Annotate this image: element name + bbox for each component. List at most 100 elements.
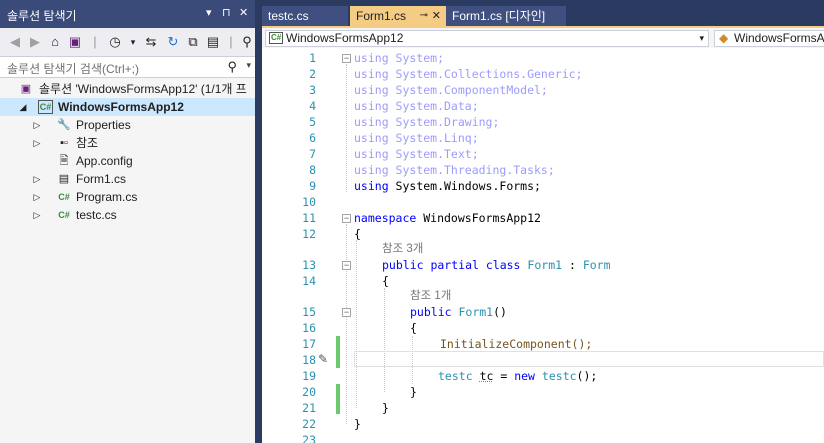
line-number: 13 [302, 258, 316, 272]
close-icon[interactable]: ✕ [239, 6, 248, 19]
solution-explorer-search[interactable]: 솔루션 탐색기 검색(Ctrl+;) ⚲ ▾ [0, 57, 255, 78]
code-line[interactable]: using System.Windows.Forms; [354, 178, 541, 194]
collapse-toggle-icon[interactable]: − [342, 214, 351, 223]
collapse-toggle-icon[interactable]: − [342, 261, 351, 270]
csharp-file-icon: C# [58, 192, 70, 202]
code-line[interactable]: } [382, 400, 389, 416]
pending-changes-filter-icon[interactable]: ◷ [106, 33, 124, 51]
collapsed-arrow-icon[interactable]: ▷ [32, 206, 42, 224]
csharp-project-icon: C# [38, 100, 53, 114]
code-line[interactable]: using System.Drawing; [354, 114, 499, 130]
codelens-references[interactable]: 참조 1개 [410, 288, 451, 304]
forward-icon[interactable]: ▶ [26, 33, 44, 51]
code-line[interactable]: InitializeComponent(); [440, 336, 592, 352]
collapsed-arrow-icon[interactable]: ▷ [32, 116, 42, 134]
tree-project-node[interactable]: ◢ C# WindowsFormsApp12 [0, 98, 255, 116]
project-dropdown[interactable]: C# WindowsFormsApp12 ▾ [265, 30, 709, 47]
chevron-down-icon[interactable]: ▾ [246, 60, 251, 71]
line-number: 16 [302, 321, 316, 335]
line-number: 20 [302, 385, 316, 399]
tree-item-app-config[interactable]: 🗎 App.config [0, 152, 255, 170]
code-line[interactable]: } [410, 384, 417, 400]
refresh-icon[interactable]: ↻ [164, 33, 182, 51]
line-number: 17 [302, 337, 316, 351]
code-line[interactable]: using System.Threading.Tasks; [354, 162, 555, 178]
collapsed-arrow-icon[interactable]: ▷ [32, 134, 42, 152]
collapse-toggle-icon[interactable]: − [342, 308, 351, 317]
code-line[interactable]: public partial class Form1 : Form [382, 257, 611, 273]
tab-label: Form1.cs [356, 9, 407, 23]
change-marker [336, 384, 340, 400]
collapse-toggle-icon[interactable]: − [342, 54, 351, 63]
solution-explorer-title-bar: 솔루션 탐색기 ▾ ⊓ ✕ [0, 0, 255, 28]
home-icon[interactable]: ⌂ [46, 33, 64, 51]
line-number: 9 [309, 179, 316, 193]
type-name: Form1 [527, 258, 563, 272]
code-line[interactable]: { [382, 273, 389, 289]
form-icon: ▤ [58, 173, 70, 185]
indent-guide [356, 240, 357, 408]
toolbar-separator: | [93, 34, 97, 49]
line-number: 1 [309, 51, 316, 65]
tab-testc[interactable]: testc.cs [262, 6, 348, 26]
code-line[interactable]: public Form1() [410, 304, 507, 320]
solution-icon: ▣ [20, 83, 32, 95]
code-line[interactable]: using System; [354, 50, 444, 66]
line-number: 19 [302, 369, 316, 383]
code-line[interactable]: using System.ComponentModel; [354, 82, 548, 98]
properties-icon[interactable]: ⚲ [238, 33, 256, 51]
pin-icon[interactable]: ⊓ [222, 6, 231, 19]
keyword: new [514, 369, 535, 383]
code-line[interactable]: using System.Data; [354, 98, 479, 114]
code-line[interactable]: } [354, 416, 361, 432]
collapsed-arrow-icon[interactable]: ▷ [32, 188, 42, 206]
code-area[interactable]: 1 2 3 4 5 6 7 8 9 10 11 12 13 14 15 16 1… [262, 48, 824, 443]
code-line[interactable]: testc tc = new testc(); [438, 368, 597, 384]
codelens-references[interactable]: 참조 3개 [382, 241, 423, 257]
references-icon: ▪▫ [60, 137, 68, 149]
tree-item-references[interactable]: ▷ ▪▫ 참조 [0, 134, 255, 152]
line-number: 2 [309, 67, 316, 81]
tab-form1-designer[interactable]: Form1.cs [디자인] [446, 6, 566, 26]
punctuation: = [493, 369, 515, 383]
collapse-all-icon[interactable]: ⧉ [184, 33, 202, 51]
type-name: testc [541, 369, 577, 383]
line-number: 21 [302, 401, 316, 415]
tree-solution-node[interactable]: ▣ 솔루션 'WindowsFormsApp12' (1/1개 프 [0, 80, 255, 98]
tab-label: Form1.cs [디자인] [452, 9, 546, 23]
code-line[interactable]: using System.Collections.Generic; [354, 66, 582, 82]
close-icon[interactable]: ✕ [432, 6, 441, 26]
tree-item-label: 참조 [76, 136, 99, 150]
chevron-down-icon[interactable]: ▾ [124, 33, 142, 51]
quick-action-brush-icon[interactable]: ✎ [318, 352, 328, 366]
pin-icon[interactable]: ⊸ [420, 6, 428, 26]
window-position-dropdown-icon[interactable]: ▾ [206, 6, 212, 19]
tree-item-label: App.config [76, 154, 133, 168]
code-line[interactable]: namespace WindowsFormsApp12 [354, 210, 541, 226]
tree-item-properties[interactable]: ▷ 🔧 Properties [0, 116, 255, 134]
code-line[interactable]: { [354, 226, 361, 242]
expanded-arrow-icon[interactable]: ◢ [18, 98, 28, 116]
type-dropdown[interactable]: ◆ WindowsFormsA [714, 30, 824, 47]
code-line[interactable]: { [410, 320, 417, 336]
tab-form1[interactable]: Form1.cs ⊸ ✕ [350, 6, 446, 26]
tree-item-program[interactable]: ▷ C# Program.cs [0, 188, 255, 206]
show-all-files-icon[interactable]: ▤ [204, 33, 222, 51]
line-number: 22 [302, 417, 316, 431]
indent-guide [384, 288, 385, 392]
panel-title: 솔루션 탐색기 [7, 9, 77, 23]
code-line[interactable]: using System.Linq; [354, 130, 479, 146]
tree-item-testc[interactable]: ▷ C# testc.cs [0, 206, 255, 224]
line-number: 7 [309, 147, 316, 161]
line-number: 12 [302, 227, 316, 241]
code-line[interactable]: using System.Text; [354, 146, 479, 162]
namespace-name: System.Windows.Forms; [388, 179, 541, 193]
search-input[interactable]: 솔루션 탐색기 검색(Ctrl+;) [7, 60, 139, 77]
tree-item-form1[interactable]: ▷ ▤ Form1.cs [0, 170, 255, 188]
switch-views-icon[interactable]: ▣ [66, 33, 84, 51]
back-icon[interactable]: ◀ [6, 33, 24, 51]
sync-with-active-document-icon[interactable]: ⇆ [142, 33, 160, 51]
search-icon[interactable]: ⚲ [227, 59, 237, 75]
tree-item-label: testc.cs [76, 208, 117, 222]
collapsed-arrow-icon[interactable]: ▷ [32, 170, 42, 188]
